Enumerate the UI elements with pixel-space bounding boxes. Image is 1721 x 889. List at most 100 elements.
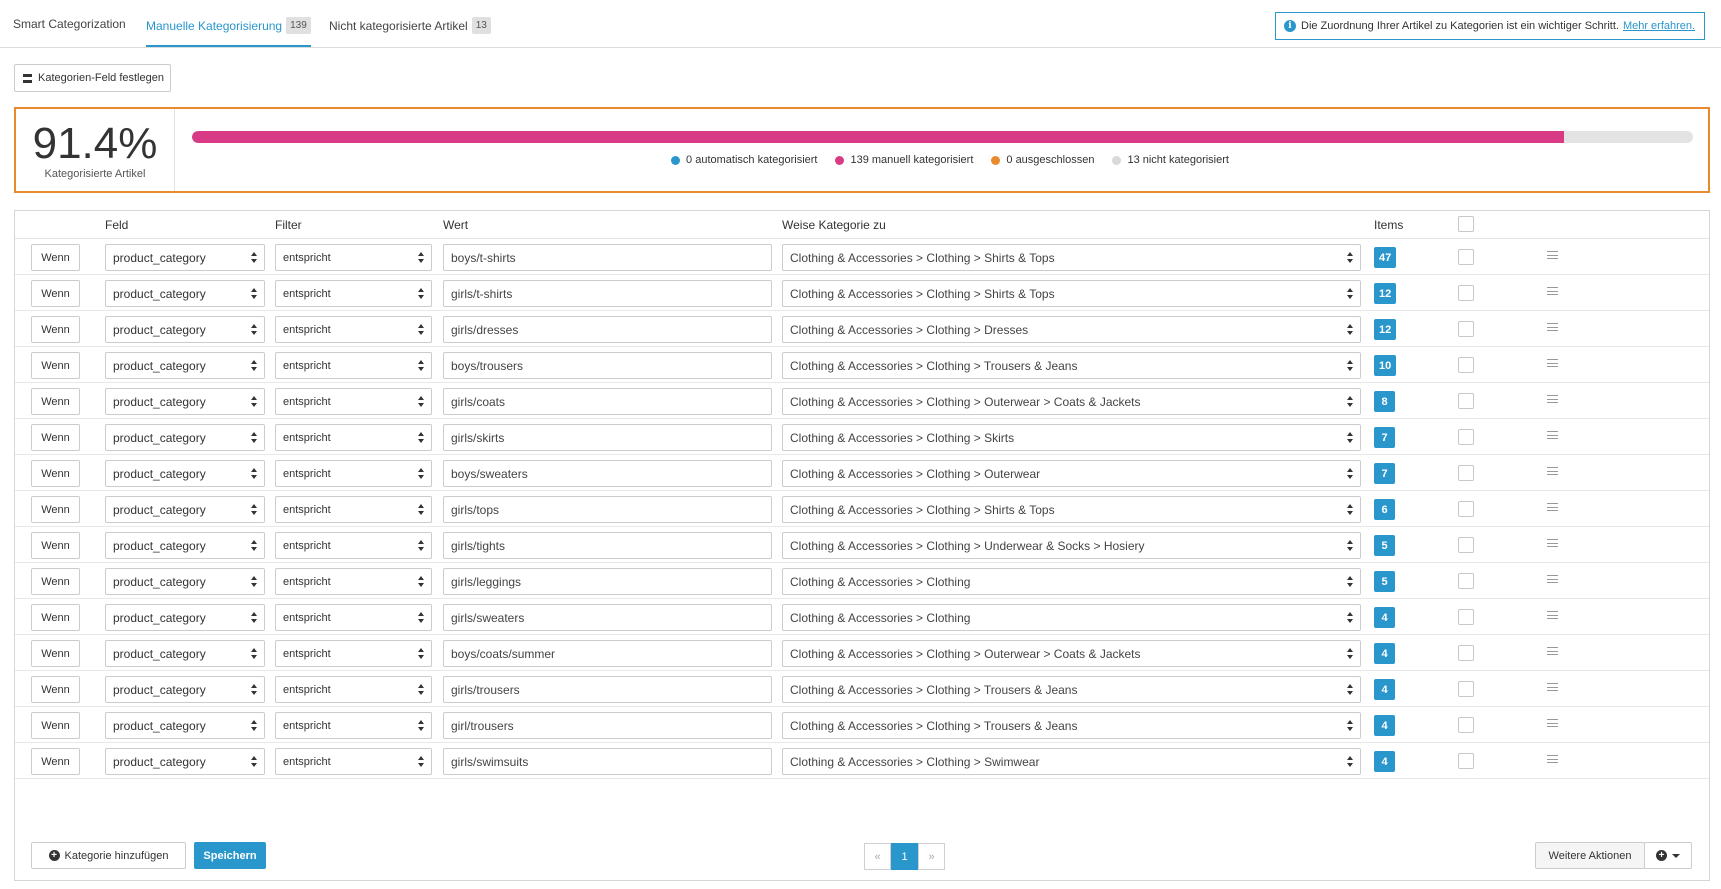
drag-handle-icon[interactable] [1547,755,1558,763]
condition-dropdown[interactable]: Wenn [31,316,80,343]
drag-handle-icon[interactable] [1547,719,1558,727]
row-checkbox[interactable] [1458,645,1474,661]
category-select[interactable]: Clothing & Accessories > Clothing > Trou… [782,712,1361,739]
filter-select[interactable]: entspricht [275,316,432,343]
condition-dropdown[interactable]: Wenn [31,424,80,451]
field-select[interactable]: product_category [105,280,265,307]
tab-manual-categorization[interactable]: Manuelle Kategorisierung 139 [146,17,311,34]
pagination-prev[interactable]: « [864,843,891,870]
items-count-badge[interactable]: 6 [1374,499,1395,520]
items-count-badge[interactable]: 5 [1374,571,1395,592]
row-checkbox[interactable] [1458,609,1474,625]
drag-handle-icon[interactable] [1547,467,1558,475]
row-checkbox[interactable] [1458,249,1474,265]
save-button[interactable]: Speichern [194,842,266,869]
condition-dropdown[interactable]: Wenn [31,712,80,739]
learn-more-link[interactable]: Mehr erfahren. [1623,20,1695,32]
field-select[interactable]: product_category [105,460,265,487]
filter-select[interactable]: entspricht [275,640,432,667]
value-input[interactable]: girls/leggings [443,568,772,595]
category-select[interactable]: Clothing & Accessories > Clothing [782,604,1361,631]
category-select[interactable]: Clothing & Accessories > Clothing > Shir… [782,496,1361,523]
field-select[interactable]: product_category [105,496,265,523]
field-select[interactable]: product_category [105,568,265,595]
field-select[interactable]: product_category [105,388,265,415]
drag-handle-icon[interactable] [1547,611,1558,619]
drag-handle-icon[interactable] [1547,287,1558,295]
drag-handle-icon[interactable] [1547,503,1558,511]
condition-dropdown[interactable]: Wenn [31,604,80,631]
more-actions-button[interactable]: Weitere Aktionen [1535,842,1645,869]
field-select[interactable]: product_category [105,532,265,559]
category-select[interactable]: Clothing & Accessories > Clothing > Shir… [782,280,1361,307]
category-select[interactable]: Clothing & Accessories > Clothing > Oute… [782,460,1361,487]
field-select[interactable]: product_category [105,748,265,775]
row-checkbox[interactable] [1458,717,1474,733]
category-select[interactable]: Clothing & Accessories > Clothing > Oute… [782,388,1361,415]
field-select[interactable]: product_category [105,316,265,343]
items-count-badge[interactable]: 4 [1374,715,1395,736]
field-select[interactable]: product_category [105,244,265,271]
drag-handle-icon[interactable] [1547,359,1558,367]
row-checkbox[interactable] [1458,429,1474,445]
row-checkbox[interactable] [1458,321,1474,337]
value-input[interactable]: girls/swimsuits [443,748,772,775]
condition-dropdown[interactable]: Wenn [31,352,80,379]
items-count-badge[interactable]: 7 [1374,427,1395,448]
value-input[interactable]: girls/dresses [443,316,772,343]
filter-select[interactable]: entspricht [275,748,432,775]
filter-select[interactable]: entspricht [275,280,432,307]
items-count-badge[interactable]: 12 [1374,283,1397,304]
drag-handle-icon[interactable] [1547,251,1558,259]
row-checkbox[interactable] [1458,501,1474,517]
filter-select[interactable]: entspricht [275,244,432,271]
options-dropdown-button[interactable]: + [1644,842,1692,869]
tab-uncategorized[interactable]: Nicht kategorisierte Artikel 13 [329,17,491,34]
row-checkbox[interactable] [1458,681,1474,697]
filter-select[interactable]: entspricht [275,568,432,595]
items-count-badge[interactable]: 8 [1374,391,1395,412]
add-category-button[interactable]: + Kategorie hinzufügen [31,842,186,869]
category-select[interactable]: Clothing & Accessories > Clothing > Oute… [782,640,1361,667]
drag-handle-icon[interactable] [1547,647,1558,655]
filter-select[interactable]: entspricht [275,712,432,739]
field-select[interactable]: product_category [105,604,265,631]
filter-select[interactable]: entspricht [275,676,432,703]
condition-dropdown[interactable]: Wenn [31,748,80,775]
drag-handle-icon[interactable] [1547,395,1558,403]
category-select[interactable]: Clothing & Accessories > Clothing > Trou… [782,352,1361,379]
pagination-next[interactable]: » [918,843,945,870]
value-input[interactable]: boys/t-shirts [443,244,772,271]
condition-dropdown[interactable]: Wenn [31,532,80,559]
drag-handle-icon[interactable] [1547,323,1558,331]
pagination-page-current[interactable]: 1 [891,843,918,870]
items-count-badge[interactable]: 4 [1374,751,1395,772]
value-input[interactable]: boys/coats/summer [443,640,772,667]
items-count-badge[interactable]: 47 [1374,247,1397,268]
items-count-badge[interactable]: 12 [1374,319,1397,340]
condition-dropdown[interactable]: Wenn [31,640,80,667]
filter-select[interactable]: entspricht [275,424,432,451]
drag-handle-icon[interactable] [1547,539,1558,547]
row-checkbox[interactable] [1458,537,1474,553]
filter-select[interactable]: entspricht [275,496,432,523]
items-count-badge[interactable]: 4 [1374,643,1395,664]
condition-dropdown[interactable]: Wenn [31,460,80,487]
row-checkbox[interactable] [1458,285,1474,301]
drag-handle-icon[interactable] [1547,575,1558,583]
row-checkbox[interactable] [1458,357,1474,373]
value-input[interactable]: girls/skirts [443,424,772,451]
field-select[interactable]: product_category [105,640,265,667]
category-select[interactable]: Clothing & Accessories > Clothing > Shir… [782,244,1361,271]
value-input[interactable]: boys/sweaters [443,460,772,487]
filter-select[interactable]: entspricht [275,460,432,487]
filter-select[interactable]: entspricht [275,604,432,631]
condition-dropdown[interactable]: Wenn [31,676,80,703]
condition-dropdown[interactable]: Wenn [31,496,80,523]
value-input[interactable]: girls/tights [443,532,772,559]
value-input[interactable]: girls/t-shirts [443,280,772,307]
filter-select[interactable]: entspricht [275,532,432,559]
field-select[interactable]: product_category [105,424,265,451]
filter-select[interactable]: entspricht [275,388,432,415]
row-checkbox[interactable] [1458,573,1474,589]
